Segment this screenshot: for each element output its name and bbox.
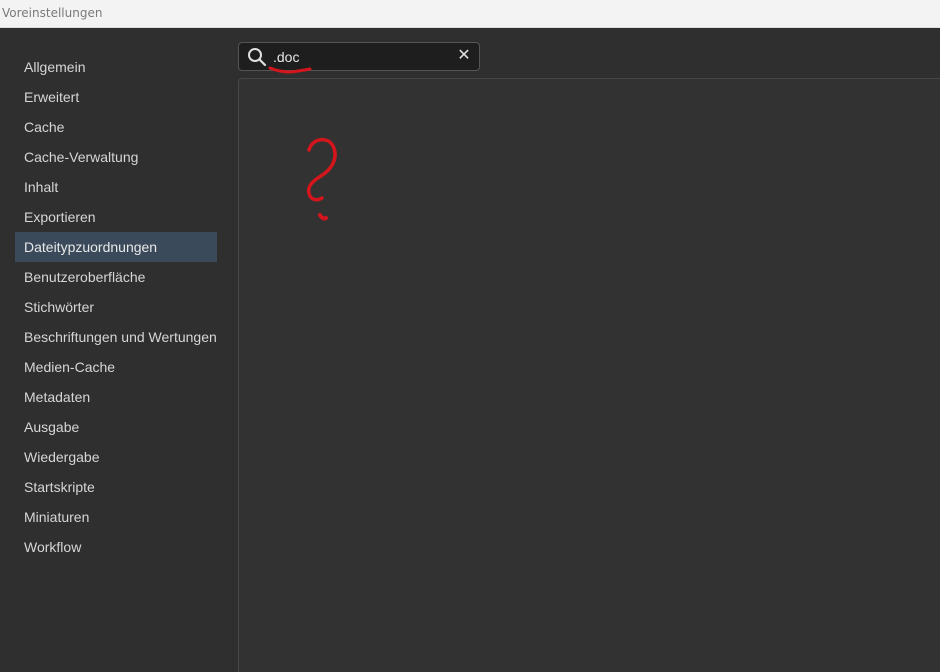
sidebar-list: Allgemein Erweitert Cache Cache-Verwaltu… — [15, 52, 217, 562]
sidebar-item-stichwoerter[interactable]: Stichwörter — [15, 292, 217, 322]
settings-content-panel — [238, 78, 940, 672]
search-icon — [247, 47, 267, 67]
clear-search-icon[interactable]: ✕ — [455, 46, 473, 66]
sidebar-item-wiedergabe[interactable]: Wiedergabe — [15, 442, 217, 472]
search-box: ✕ — [238, 42, 480, 71]
sidebar-item-inhalt[interactable]: Inhalt — [15, 172, 217, 202]
sidebar-item-allgemein[interactable]: Allgemein — [15, 52, 217, 82]
sidebar-item-benutzeroberflaeche[interactable]: Benutzeroberfläche — [15, 262, 217, 292]
sidebar-item-beschriftungen-und-wertungen[interactable]: Beschriftungen und Wertungen — [15, 322, 217, 352]
sidebar-item-workflow[interactable]: Workflow — [15, 532, 217, 562]
search-input[interactable] — [273, 46, 453, 67]
sidebar-item-dateitypzuordnungen[interactable]: Dateitypzuordnungen — [15, 232, 217, 262]
sidebar-item-startskripte[interactable]: Startskripte — [15, 472, 217, 502]
sidebar-item-erweitert[interactable]: Erweitert — [15, 82, 217, 112]
sidebar-item-ausgabe[interactable]: Ausgabe — [15, 412, 217, 442]
window-title: Voreinstellungen — [2, 6, 103, 20]
sidebar: Allgemein Erweitert Cache Cache-Verwaltu… — [0, 28, 230, 672]
sidebar-item-cache-verwaltung[interactable]: Cache-Verwaltung — [15, 142, 217, 172]
sidebar-item-cache[interactable]: Cache — [15, 112, 217, 142]
title-bar: Voreinstellungen — [0, 0, 940, 28]
sidebar-item-exportieren[interactable]: Exportieren — [15, 202, 217, 232]
sidebar-item-metadaten[interactable]: Metadaten — [15, 382, 217, 412]
sidebar-item-medien-cache[interactable]: Medien-Cache — [15, 352, 217, 382]
sidebar-item-miniaturen[interactable]: Miniaturen — [15, 502, 217, 532]
